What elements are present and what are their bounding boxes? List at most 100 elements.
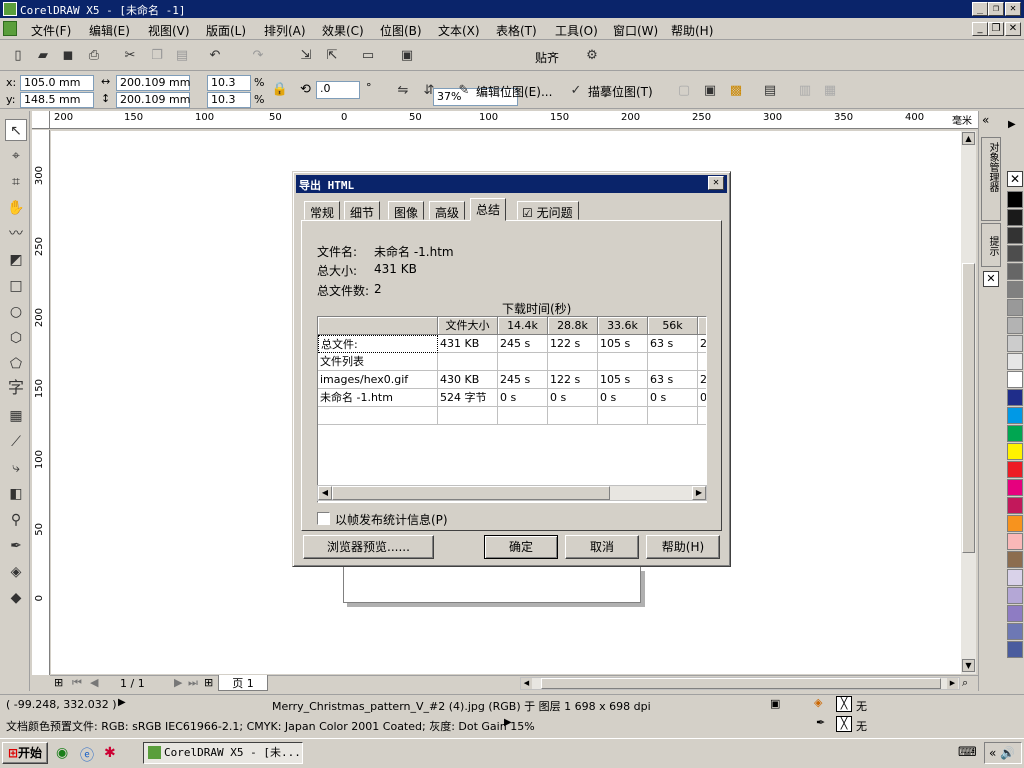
table-scroll-right-icon[interactable]: ▶ (692, 486, 706, 500)
add-page-icon[interactable]: ⊞ (54, 676, 63, 689)
color-swatch[interactable] (1007, 353, 1023, 370)
polygon-tool-icon[interactable]: ⬡ (5, 327, 27, 349)
color-swatch[interactable] (1007, 425, 1023, 442)
color-swatch[interactable] (1007, 569, 1023, 586)
hscroll-thumb[interactable] (541, 678, 941, 689)
crop-bitmap-icon[interactable]: ▢ (674, 81, 694, 101)
application-launcher-icon[interactable]: ▭ (358, 46, 378, 66)
no-color-swatch[interactable]: ✕ (1007, 171, 1023, 187)
keyboard-tray-icon[interactable]: ⌨ (958, 745, 977, 760)
scroll-left-icon[interactable]: ◀ (521, 678, 532, 689)
open-icon[interactable]: ▰ (33, 46, 53, 66)
mirror-horizontal-icon[interactable]: ⇋ (393, 81, 413, 101)
taskbar-coreldraw-button[interactable]: CorelDRAW X5 - [未... (143, 742, 303, 764)
navigator-icon[interactable]: ⌕ (962, 676, 968, 690)
copy-icon[interactable]: ❐ (147, 46, 167, 66)
color-swatch[interactable] (1007, 551, 1023, 568)
color-swatch[interactable] (1007, 587, 1023, 604)
options-icon[interactable]: ⚙ (582, 46, 602, 66)
ie-icon[interactable]: ⓔ (80, 745, 94, 765)
color-swatch[interactable] (1007, 407, 1023, 424)
fill-none-swatch[interactable]: ╳ (836, 696, 852, 712)
print-icon[interactable]: ⎙ (84, 46, 104, 66)
next-page-icon[interactable]: ▶ (174, 676, 182, 689)
color-swatch[interactable] (1007, 515, 1023, 532)
docker-close-icon[interactable]: ✕ (983, 271, 999, 287)
fill-tool-icon[interactable]: ◈ (5, 561, 27, 583)
edit-bitmap-icon[interactable]: ✎ (454, 81, 474, 101)
export-icon[interactable]: ⇱ (322, 46, 342, 66)
table-scroll-thumb[interactable] (332, 486, 610, 500)
color-swatch[interactable] (1007, 263, 1023, 280)
bitmap-color-mask-icon[interactable]: ▩ (726, 81, 746, 101)
snap-icon[interactable]: ▣ (770, 697, 780, 710)
basic-shapes-tool-icon[interactable]: ⬠ (5, 353, 27, 375)
tab-general[interactable]: 常规 (304, 201, 341, 220)
lock-ratio-icon[interactable]: 🔒 (270, 80, 290, 100)
color-swatch[interactable] (1007, 299, 1023, 316)
interactive-fill-tool-icon[interactable]: ◆ (5, 587, 27, 609)
scroll-right-icon[interactable]: ▶ (947, 678, 958, 689)
download-time-table[interactable]: 文件大小14.4k28.8k33.6k56k1 总文件:431 KB245 s12… (317, 316, 707, 503)
scale-y-field[interactable]: 10.3 (207, 92, 251, 108)
menu-layout[interactable]: 版面(L) (206, 22, 246, 39)
rotation-angle-field[interactable]: .0 (316, 81, 360, 99)
save-icon[interactable]: ◼ (58, 46, 78, 66)
dialog-close-button[interactable]: ✕ (708, 176, 724, 190)
start-button[interactable]: ⊞开始 (2, 742, 48, 764)
color-swatch[interactable] (1007, 497, 1023, 514)
browser-preview-button[interactable]: 浏览器预览...... (303, 535, 434, 559)
rectangle-tool-icon[interactable]: □ (5, 275, 27, 297)
horizontal-ruler[interactable]: 200 150 100 50 0 50 100 150 200 250 300 … (50, 111, 978, 129)
redo-icon[interactable]: ↷ (248, 46, 268, 66)
menu-edit[interactable]: 编辑(E) (89, 22, 130, 39)
menu-table[interactable]: 表格(T) (496, 22, 537, 39)
close-button[interactable]: ✕ (1005, 2, 1021, 16)
undo-icon[interactable]: ↶ (205, 46, 225, 66)
outline-pen-icon[interactable]: ✒ (816, 716, 825, 729)
vertical-ruler[interactable]: 300 250 200 150 100 50 0 (32, 130, 50, 675)
zoom-pan-tool-icon[interactable]: ✋ (5, 197, 27, 219)
table-hscrollbar[interactable]: ◀ ▶ (317, 485, 707, 501)
dialog-title-bar[interactable]: 导出 HTML ✕ (296, 175, 727, 193)
to-front-icon[interactable]: ▥ (795, 81, 815, 101)
menu-bitmaps[interactable]: 位图(B) (380, 22, 422, 39)
color-swatch[interactable] (1007, 245, 1023, 262)
color-swatch[interactable] (1007, 335, 1023, 352)
scroll-thumb[interactable] (962, 263, 975, 553)
scroll-up-icon[interactable]: ▲ (962, 132, 975, 145)
table-scroll-left-icon[interactable]: ◀ (318, 486, 332, 500)
color-swatch[interactable] (1007, 605, 1023, 622)
color-swatch[interactable] (1007, 533, 1023, 550)
table-header-cell[interactable]: 1 (698, 317, 706, 335)
table-header-cell[interactable]: 文件大小 (438, 317, 498, 335)
table-header-cell[interactable]: 56k (648, 317, 698, 335)
connector-tool-icon[interactable]: ⤷ (5, 457, 27, 479)
color-swatch[interactable] (1007, 461, 1023, 478)
coreldraw-app-icon[interactable] (3, 2, 17, 16)
coord-expand-icon[interactable]: ▶ (118, 697, 126, 708)
tab-advanced[interactable]: 高级 (429, 201, 466, 220)
import-icon[interactable]: ⇲ (296, 46, 316, 66)
trace-bitmap-icon[interactable]: ✓ (566, 81, 586, 101)
outline-none-swatch[interactable]: ╳ (836, 716, 852, 732)
outline-pen-tool-icon[interactable]: ✒ (5, 535, 27, 557)
page-tab[interactable]: 页 1 (218, 675, 268, 691)
table-header-cell[interactable]: 33.6k (598, 317, 648, 335)
color-swatch[interactable] (1007, 227, 1023, 244)
menu-window[interactable]: 窗口(W) (613, 22, 658, 39)
resample-icon[interactable]: ▣ (700, 81, 720, 101)
new-icon[interactable]: ▯ (8, 46, 28, 66)
document-icon[interactable] (3, 21, 17, 36)
eyedropper-tool-icon[interactable]: ⚲ (5, 509, 27, 531)
mirror-vertical-icon[interactable]: ⇵ (419, 81, 439, 101)
color-swatch[interactable] (1007, 479, 1023, 496)
docker-collapse-icon[interactable]: « (982, 113, 989, 127)
menu-text[interactable]: 文本(X) (438, 22, 480, 39)
profile-expand-icon[interactable]: ▶ (504, 717, 512, 728)
system-tray[interactable]: «🔊 (984, 742, 1022, 764)
edit-bitmap-button[interactable]: 编辑位图(E)... (476, 83, 552, 100)
height-field[interactable]: 200.109 mm (116, 92, 190, 108)
snap-to-dropdown[interactable]: 贴齐 (535, 49, 559, 66)
tab-summary[interactable]: 总结 (470, 198, 507, 221)
